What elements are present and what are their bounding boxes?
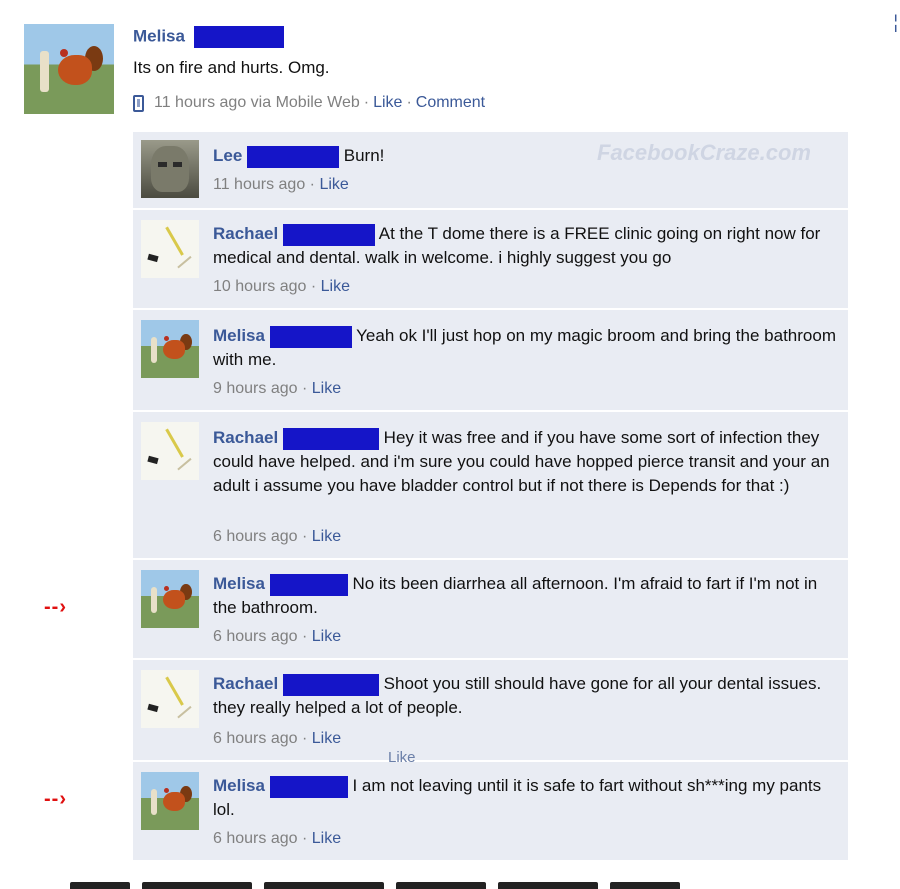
redaction-bar [269,573,348,596]
post-like-link[interactable]: Like [373,94,402,112]
post-author-avatar[interactable] [24,24,114,114]
post-comment-link[interactable]: Comment [416,94,485,112]
commenter-name[interactable]: Melisa [213,326,265,345]
redaction-bar [193,26,284,48]
comment-timestamp: 6 hours ago [213,730,298,747]
commenter-avatar[interactable] [141,772,199,830]
redaction-bar [282,223,375,246]
post-header: Melisa [133,26,284,48]
redaction-bar [269,775,348,798]
red-arrow-marker: --› [44,788,67,810]
commenter-name[interactable]: Melisa [213,574,265,593]
comment-like-link[interactable]: Like [312,830,341,847]
commenter-avatar[interactable] [141,140,199,198]
separator: · [301,528,308,545]
comment-body: Rachael Shoot you still should have gone… [213,672,836,720]
post-meta: 11 hours ago via Mobile Web · Like · Com… [133,94,485,112]
comment-meta: 6 hours ago · Like [213,528,341,546]
comment-like-link[interactable]: Like [321,278,350,295]
separator: · [301,730,308,747]
commenter-avatar[interactable] [141,670,199,728]
cropped-caption-strip [0,872,900,889]
comment-meta: 11 hours ago · Like [213,176,349,194]
watermark: FacebookCraze.com [597,140,811,165]
comment-timestamp: 6 hours ago [213,528,298,545]
commenter-avatar[interactable] [141,320,199,378]
separator: · [310,278,317,295]
redaction-bar [282,673,379,696]
comment-timestamp: 11 hours ago [213,176,306,193]
commenter-avatar[interactable] [141,422,199,480]
comment-item: Melisa No its been diarrhea all afternoo… [133,560,848,659]
comment-timestamp: 6 hours ago [213,830,298,847]
separator: · [301,380,308,397]
separator: · [363,94,370,111]
comment-item: Melisa Yeah ok I'll just hop on my magic… [133,310,848,411]
separator: · [301,628,308,645]
comment-like-link[interactable]: Like [319,176,348,193]
separator: · [406,94,412,111]
red-arrow-marker: --› [44,596,67,618]
post-timestamp: 11 hours ago via Mobile Web [154,94,360,111]
comment-meta: 6 hours ago · Like [213,830,341,848]
mobile-phone-icon [133,94,144,112]
commenter-name[interactable]: Rachael [213,224,278,243]
post-text: Its on fire and hurts. Omg. [133,58,330,77]
comment-meta: 10 hours ago · Like [213,278,350,296]
commenter-avatar[interactable] [141,570,199,628]
comment-body: Melisa No its been diarrhea all afternoo… [213,572,836,620]
separator: · [301,830,308,847]
comment-item: Rachael Shoot you still should have gone… [133,660,848,761]
comment-like-link[interactable]: Like [312,528,341,545]
comment-body: Rachael Hey it was free and if you have … [213,426,836,498]
commenter-name[interactable]: Lee [213,146,242,165]
comment-item: Melisa I am not leaving until it is safe… [133,762,848,861]
redaction-bar [282,427,379,450]
top-right-mark: ¦ [893,12,898,32]
separator: · [309,176,315,193]
redaction-bar [269,325,352,348]
commenter-name[interactable]: Rachael [213,674,278,693]
comment-meta: 6 hours ago · Like [213,730,341,748]
commenter-name[interactable]: Melisa [213,776,265,795]
comment-body: Rachael At the T dome there is a FREE cl… [213,222,836,270]
commenter-avatar[interactable] [141,220,199,278]
comment-item: Rachael At the T dome there is a FREE cl… [133,210,848,309]
comment-timestamp: 9 hours ago [213,380,298,397]
redaction-bar [247,145,340,168]
comment-body: Melisa Yeah ok I'll just hop on my magic… [213,324,836,372]
comment-text: Burn! [343,146,385,165]
comment-timestamp: 10 hours ago [213,278,307,295]
screenshot-canvas: ¦ Melisa Its on fire and hurts. Omg. 11 … [0,0,900,889]
comment-body: Melisa I am not leaving until it is safe… [213,774,836,822]
comment-timestamp: 6 hours ago [213,628,298,645]
comment-like-link[interactable]: Like [312,730,341,747]
post-author-name[interactable]: Melisa [133,26,185,45]
comment-meta: 6 hours ago · Like [213,628,341,646]
comment-meta: 9 hours ago · Like [213,380,341,398]
comment-like-link[interactable]: Like [312,380,341,397]
comment-like-link[interactable]: Like [312,628,341,645]
comment-item: Rachael Hey it was free and if you have … [133,412,848,559]
commenter-name[interactable]: Rachael [213,428,278,447]
